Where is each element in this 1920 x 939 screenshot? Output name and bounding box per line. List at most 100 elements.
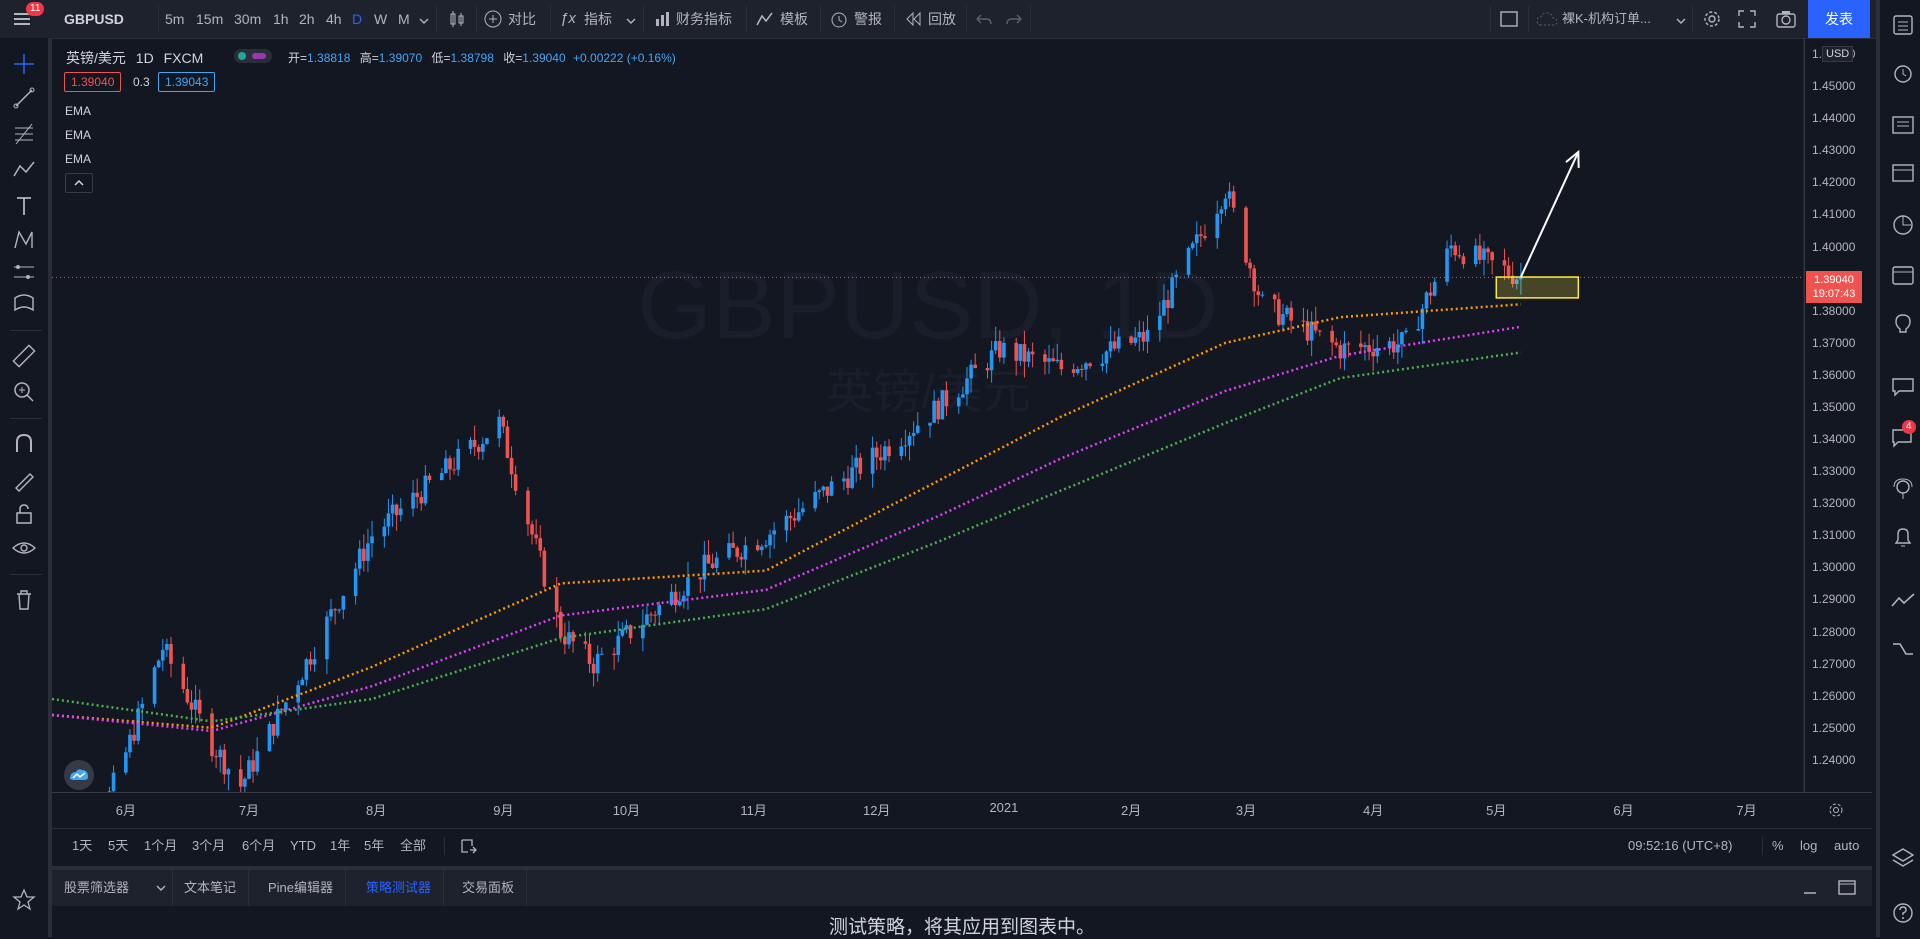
range-1m[interactable]: 1个月 [144, 829, 177, 863]
ask-price-box[interactable]: 1.39043 [158, 72, 216, 92]
ideas-bulb-icon[interactable] [1890, 312, 1916, 338]
fullscreen-box-icon[interactable] [1500, 11, 1518, 30]
zoom-in-icon[interactable] [10, 378, 42, 406]
tf-4h[interactable]: 4h [326, 0, 342, 38]
indicators-dropdown-icon[interactable] [626, 14, 636, 29]
trash-icon[interactable] [10, 586, 42, 614]
trend-line-icon[interactable] [10, 84, 42, 112]
collapse-legend-button[interactable] [65, 173, 93, 193]
tf-2h[interactable]: 2h [299, 0, 315, 38]
eye-icon[interactable] [10, 534, 42, 562]
alerts-button[interactable]: 警报 [854, 0, 882, 38]
layout-dropdown-icon[interactable] [1676, 14, 1686, 29]
pattern-icon[interactable] [10, 156, 42, 184]
tf-1h[interactable]: 1h [273, 0, 289, 38]
range-5y[interactable]: 5年 [364, 829, 384, 863]
range-3m[interactable]: 3个月 [192, 829, 225, 863]
tab-text-notes[interactable]: 文本笔记 [172, 870, 250, 906]
settings-gear-icon[interactable] [1702, 9, 1722, 32]
range-ytd[interactable]: YTD [290, 829, 316, 863]
help-icon[interactable] [1890, 900, 1916, 926]
candle-type-icon[interactable] [448, 10, 466, 31]
clock-timezone[interactable]: 09:52:16 (UTC+8) [1628, 829, 1732, 863]
compare-plus-icon[interactable] [484, 10, 502, 31]
snapshot-camera-icon[interactable] [1776, 10, 1796, 31]
tab-trading-panel[interactable]: 交易面板 [450, 870, 528, 906]
tab-stock-screener[interactable]: 股票筛选器 [52, 870, 173, 906]
stay-drawing-icon[interactable] [10, 466, 42, 494]
watchlist-icon[interactable] [1890, 12, 1916, 38]
compare-button[interactable]: 对比 [508, 0, 536, 38]
calendar-icon[interactable] [1890, 262, 1916, 288]
prediction-icon[interactable] [10, 258, 42, 286]
timeframe-dropdown-icon[interactable] [419, 14, 429, 29]
highlight-rectangle[interactable] [1495, 276, 1580, 299]
tf-30m[interactable]: 30m [234, 0, 261, 38]
depth-icon[interactable] [1890, 636, 1916, 662]
currency-label[interactable]: USD [1822, 46, 1854, 62]
ruler-icon[interactable] [10, 342, 42, 370]
candle-body [760, 546, 764, 551]
tf-15m[interactable]: 15m [196, 0, 223, 38]
alarm-clock-icon[interactable] [1890, 60, 1916, 86]
xabcd-pattern-icon[interactable] [10, 226, 42, 254]
streams-icon[interactable] [1890, 476, 1916, 502]
tab-pine-editor[interactable]: Pine编辑器 [256, 870, 347, 906]
templates-icon[interactable] [756, 10, 774, 31]
hotlist-icon[interactable] [1890, 212, 1916, 238]
symbol-search[interactable]: GBPUSD [64, 0, 124, 38]
lock-icon[interactable] [10, 500, 42, 528]
news-icon[interactable] [1890, 112, 1916, 138]
crosshair-icon[interactable] [10, 50, 42, 78]
publish-button[interactable]: 发表 [1808, 0, 1870, 38]
axis-settings-gear-icon[interactable] [1828, 802, 1844, 821]
tf-w[interactable]: W [374, 0, 387, 38]
alert-clock-icon[interactable] [830, 10, 848, 31]
layers-icon[interactable] [1890, 846, 1916, 872]
redo-icon[interactable] [1006, 11, 1022, 30]
market-status-toggle[interactable] [234, 49, 272, 63]
goto-date-icon[interactable] [460, 837, 478, 858]
range-6m[interactable]: 6个月 [242, 829, 275, 863]
indicators-button[interactable]: 指标 [584, 0, 612, 38]
range-all[interactable]: 全部 [400, 829, 426, 863]
maximize-panel-icon[interactable] [1838, 880, 1856, 899]
legend-title[interactable]: 英镑/美元 [66, 50, 126, 66]
percent-scale-toggle[interactable]: % [1772, 829, 1784, 863]
log-scale-toggle[interactable]: log [1800, 829, 1817, 863]
auto-scale-toggle[interactable]: auto [1834, 829, 1859, 863]
time-axis[interactable] [52, 792, 1872, 827]
financials-button[interactable]: 财务指标 [676, 0, 732, 38]
templates-button[interactable]: 模板 [780, 0, 808, 38]
data-window-icon[interactable] [1890, 160, 1916, 186]
tf-m[interactable]: M [398, 0, 410, 38]
magnet-icon[interactable] [10, 430, 42, 458]
tab-strategy-tester[interactable]: 策略测试器 [354, 870, 445, 906]
fib-tool-icon[interactable] [10, 120, 42, 148]
icons-tool-icon[interactable] [10, 290, 42, 318]
projection-arrow[interactable] [1519, 149, 1580, 278]
replay-button[interactable]: 回放 [928, 0, 956, 38]
tf-5m[interactable]: 5m [165, 0, 184, 38]
indicator-ema-2[interactable]: EMA [65, 128, 91, 142]
notifications-bell-icon[interactable] [1890, 524, 1916, 550]
chats-icon[interactable] [1890, 374, 1916, 400]
text-tool-icon[interactable] [10, 192, 42, 220]
indicator-ema-3[interactable]: EMA [65, 152, 91, 166]
undo-icon[interactable] [976, 11, 992, 30]
bid-price-box[interactable]: 1.39040 [64, 72, 122, 92]
trading-panel-icon[interactable] [1890, 588, 1916, 614]
indicators-fx-icon[interactable]: ƒx [560, 10, 576, 27]
favorites-star-icon[interactable] [10, 886, 42, 914]
tf-d[interactable]: D [352, 0, 362, 38]
replay-icon[interactable] [904, 11, 922, 30]
indicator-ema-1[interactable]: EMA [65, 104, 91, 118]
financials-chart-icon[interactable] [654, 10, 672, 31]
price-chart[interactable]: GBPUSD, 1D 英镑/美元 [52, 38, 1804, 792]
minimize-panel-icon[interactable] [1802, 880, 1818, 899]
range-1d[interactable]: 1天 [72, 829, 92, 863]
fullscreen-icon[interactable] [1738, 10, 1756, 31]
range-1y[interactable]: 1年 [330, 829, 350, 863]
layout-name[interactable]: 裸K-机构订单... [1562, 0, 1651, 38]
range-5d[interactable]: 5天 [108, 829, 128, 863]
